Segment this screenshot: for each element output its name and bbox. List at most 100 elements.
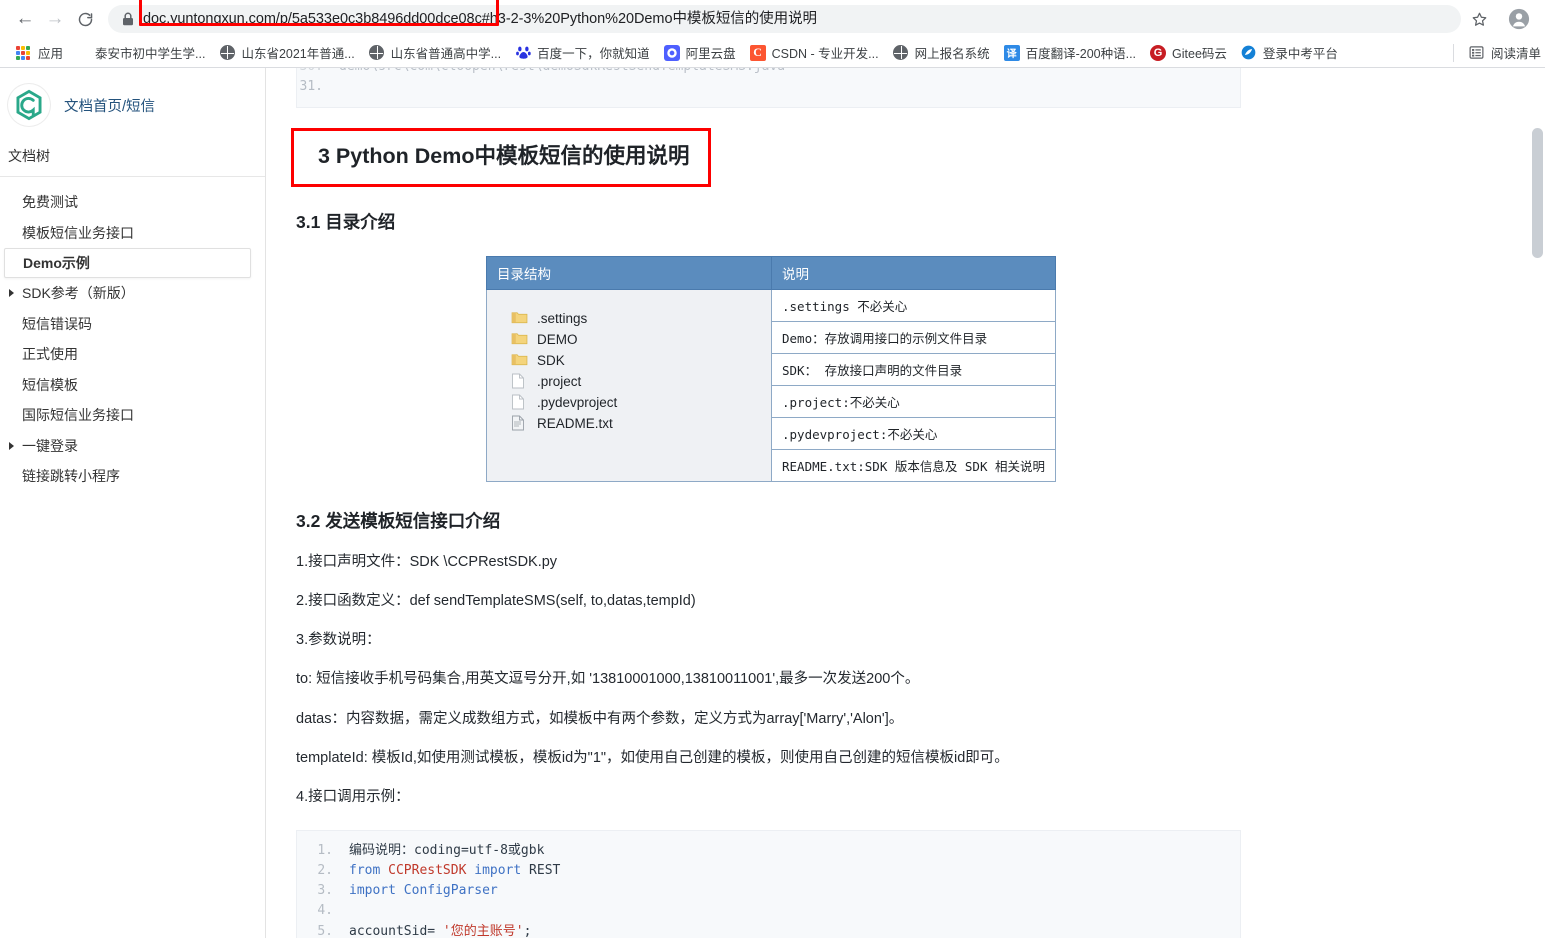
list-item: README.txt	[511, 413, 617, 434]
paragraph: to: 短信接收手机号码集合,用英文逗号分开,如 '13810001000,13…	[296, 669, 1276, 689]
vertical-scrollbar[interactable]	[1530, 68, 1545, 938]
line-number: 2.	[297, 861, 349, 881]
bookmarks-bar-right: 阅读清单	[1453, 38, 1541, 68]
line-number: 3.	[297, 881, 349, 901]
section-heading-3-1: 3.1 目录介绍	[296, 209, 1276, 234]
sidebar-item-demo-example[interactable]: Demo示例	[4, 248, 251, 278]
directory-structure-table: 目录结构 说明 .settings	[486, 256, 1056, 482]
code-text: 编码说明：coding=utf-8或gbk	[349, 841, 544, 861]
table-header-row: 目录结构 说明	[487, 256, 1056, 289]
sidebar-item-sms-error-code[interactable]: 短信错误码	[0, 309, 265, 340]
file-name: .project	[537, 374, 581, 389]
file-name: DEMO	[537, 332, 578, 347]
table-row: .settings DEMO	[487, 289, 1056, 321]
sidebar-item-one-click-login[interactable]: 一键登录	[0, 431, 265, 462]
brand-header[interactable]: 文档首页/短信	[0, 80, 265, 128]
code-text: demo\src\com\cloopen\rest\demoSdkRestSen…	[339, 68, 785, 74]
file-list: .settings DEMO	[501, 300, 657, 442]
globe-icon	[893, 45, 909, 61]
apps-shortcut[interactable]: 应用	[8, 41, 70, 65]
code-line: 31.	[297, 79, 1240, 94]
bookmark-item[interactable]: 网上报名系统	[886, 41, 997, 65]
fanyi-icon: 译	[1004, 45, 1020, 61]
page-title-highlight-box: 3 Python Demo中模板短信的使用说明	[291, 128, 711, 187]
file-name: README.txt	[537, 416, 613, 431]
description-cell: SDK： 存放接口声明的文件目录	[772, 353, 1056, 385]
paragraph: 1.接口声明文件：SDK \CCPRestSDK.py	[296, 552, 1276, 572]
list-item: .project	[511, 371, 617, 392]
bookmark-label: 登录中考平台	[1263, 43, 1338, 62]
chevron-right-icon	[9, 442, 14, 450]
bookmarks-bar: 应用 泰安市初中学生学... 山东省2021年普通... 山东省普通高中学...	[0, 38, 1545, 68]
sidebar-item-label: 国际短信业务接口	[22, 405, 134, 425]
file-name: .settings	[537, 311, 587, 326]
bookmark-item[interactable]: C CSDN - 专业开发...	[743, 41, 886, 65]
file-icon	[511, 394, 529, 410]
bookmark-item[interactable]: 百度一下，你就知道	[508, 41, 657, 65]
sidebar-item-international-sms-api[interactable]: 国际短信业务接口	[0, 400, 265, 431]
bookmark-label: 网上报名系统	[915, 43, 990, 62]
list-item: .settings	[511, 308, 617, 329]
bookmark-item[interactable]: 阿里云盘	[657, 41, 743, 65]
apps-label: 应用	[38, 43, 63, 62]
paragraph: 2.接口函数定义：def sendTemplateSMS(self, to,da…	[296, 591, 1276, 611]
back-arrow-icon[interactable]: ←	[10, 4, 40, 34]
scrollbar-thumb[interactable]	[1532, 128, 1543, 258]
folder-icon	[511, 310, 529, 326]
sidebar-item-label: 一键登录	[22, 436, 78, 456]
bookmark-item[interactable]: 登录中考平台	[1234, 41, 1345, 65]
main-content: 30. demo\src\com\cloopen\rest\demoSdkRes…	[266, 68, 1545, 938]
browser-chrome: ← → doc.yuntongxun.com/p/5a533e0c3b8496d…	[0, 0, 1545, 68]
forward-arrow-icon[interactable]: →	[40, 4, 70, 34]
sidebar-item-link-jump-miniprogram[interactable]: 链接跳转小程序	[0, 461, 265, 492]
globe-icon	[369, 45, 385, 61]
code-text: accountSid= '您的主账号';	[349, 922, 531, 938]
reading-list-icon	[1469, 45, 1485, 61]
bookmark-item[interactable]: 山东省普通高中学...	[362, 41, 508, 65]
paragraph: datas：内容数据，需定义成数组方式，如模板中有两个参数，定义方式为array…	[296, 709, 1276, 729]
bookmark-label: 百度翻译-200种语...	[1026, 43, 1136, 62]
reload-icon[interactable]	[70, 4, 100, 34]
line-number: 5.	[297, 922, 349, 938]
sidebar-item-label: 免费测试	[22, 192, 78, 212]
line-number: 30.	[297, 68, 339, 74]
reading-list-label: 阅读清单	[1491, 43, 1541, 62]
browser-toolbar: ← → doc.yuntongxun.com/p/5a533e0c3b8496d…	[0, 0, 1545, 38]
sidebar-item-formal-use[interactable]: 正式使用	[0, 339, 265, 370]
file-name: .pydevproject	[537, 395, 617, 410]
sidebar-item-label: SDK参考（新版）	[22, 283, 135, 303]
file-list-cell: .settings DEMO	[487, 289, 772, 481]
sidebar-item-free-test[interactable]: 免费测试	[0, 187, 265, 218]
paragraph: templateId: 模板Id,如使用测试模板，模板id为"1"，如使用自己创…	[296, 748, 1276, 768]
csdn-icon: C	[750, 45, 766, 61]
bookmark-label: 山东省2021年普通...	[241, 43, 354, 62]
globe-icon	[219, 45, 235, 61]
code-line: 3.import ConfigParser	[297, 881, 1240, 901]
list-item: DEMO	[511, 329, 617, 350]
sidebar-item-sms-template[interactable]: 短信模板	[0, 370, 265, 401]
sidebar-item-template-sms-api[interactable]: 模板短信业务接口	[0, 218, 265, 249]
sidebar-item-label: 短信错误码	[22, 314, 92, 334]
code-line: 5.accountSid= '您的主账号';	[297, 922, 1240, 938]
file-icon	[511, 373, 529, 389]
bookmark-label: CSDN - 专业开发...	[772, 43, 879, 62]
bookmark-item[interactable]: G Gitee码云	[1143, 41, 1234, 65]
sidebar-item-sdk-reference[interactable]: SDK参考（新版）	[0, 278, 265, 309]
bookmark-item[interactable]: 译 百度翻译-200种语...	[997, 41, 1143, 65]
column-header-description: 说明	[772, 256, 1056, 289]
bookmark-item[interactable]: 泰安市初中学生学...	[88, 41, 212, 65]
brand-label[interactable]: 文档首页/短信	[64, 95, 155, 116]
bookmark-item[interactable]: 山东省2021年普通...	[212, 41, 361, 65]
bookmark-label: 阿里云盘	[686, 43, 736, 62]
description-cell: README.txt:SDK 版本信息及 SDK 相关说明	[772, 449, 1056, 481]
address-bar[interactable]: doc.yuntongxun.com/p/5a533e0c3b8496dd00d…	[108, 5, 1461, 33]
url-box[interactable]: doc.yuntongxun.com/p/5a533e0c3b8496dd00d…	[143, 5, 1449, 33]
yuntongxun-hexagon-logo	[8, 84, 50, 126]
sidebar-item-label: Demo示例	[23, 253, 90, 273]
profile-avatar-icon[interactable]	[1505, 5, 1533, 33]
description-cell: .pydevproject:不必关心	[772, 417, 1056, 449]
apps-grid-icon	[15, 45, 31, 61]
code-block-python-example: 1.编码说明：coding=utf-8或gbk2.from CCPRestSDK…	[296, 830, 1241, 938]
bookmark-star-icon[interactable]	[1465, 5, 1493, 33]
reading-list-button[interactable]: 阅读清单	[1462, 41, 1541, 65]
